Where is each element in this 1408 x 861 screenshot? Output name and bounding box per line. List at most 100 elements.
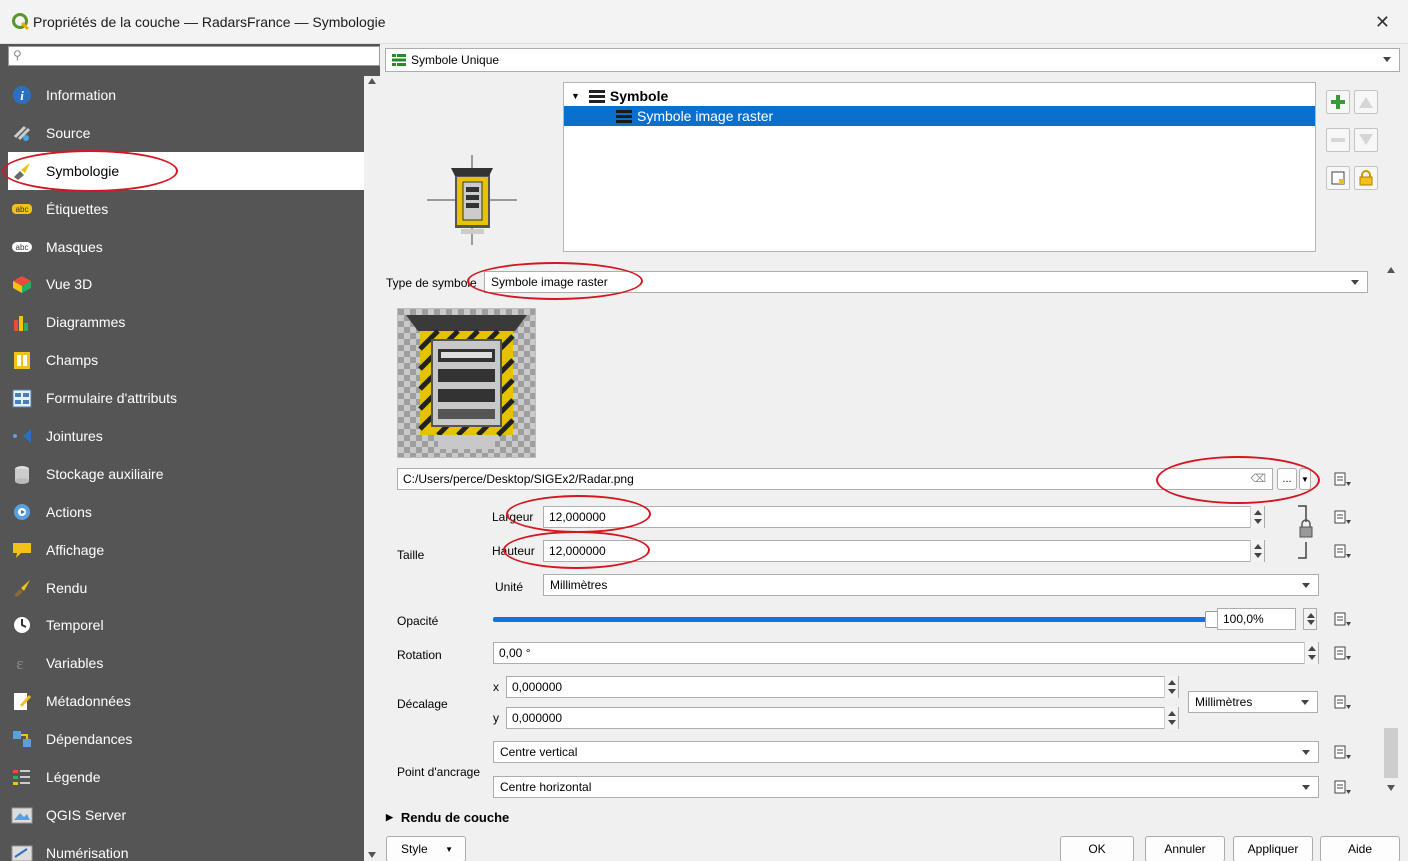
anchor-horizontal-select[interactable]: Centre horizontal [493, 776, 1319, 798]
add-layer-button[interactable] [1326, 90, 1350, 114]
data-defined-override-width[interactable] [1332, 506, 1354, 528]
sidebar-item-variables[interactable]: ε Variables [8, 644, 364, 682]
symbol-type-select[interactable]: Symbole image raster [484, 271, 1368, 293]
data-defined-override-anchor-h[interactable] [1332, 776, 1354, 798]
data-defined-override-offset[interactable] [1332, 691, 1354, 713]
opacity-spinner[interactable] [1303, 608, 1317, 630]
scroll-up-icon[interactable] [1387, 267, 1395, 273]
sidebar-item-source[interactable]: Source [8, 114, 364, 152]
chevron-down-icon: ▼ [1301, 474, 1309, 484]
height-spinner[interactable] [1250, 540, 1264, 562]
sidebar-item-symbology[interactable]: Symbologie [8, 151, 364, 190]
aspect-ratio-lock[interactable] [1296, 502, 1320, 562]
rotation-spinner[interactable] [1304, 642, 1318, 664]
actions-icon [14, 503, 30, 520]
opacity-field[interactable]: 100,0% [1217, 608, 1296, 630]
browse-menu-button[interactable]: ▼ [1299, 468, 1311, 490]
width-spinner[interactable] [1250, 506, 1264, 528]
fields-icon [14, 352, 30, 370]
chevron-down-icon [1302, 750, 1310, 755]
height-field[interactable]: 12,000000 [543, 540, 1265, 562]
renderer-select[interactable]: Symbole Unique [385, 48, 1400, 72]
apply-button[interactable]: Appliquer [1233, 836, 1313, 861]
duplicate-layer-button[interactable] [1326, 166, 1350, 190]
sidebar-item-label: Source [46, 124, 91, 141]
sidebar-item-fields[interactable]: Champs [8, 341, 364, 379]
sidebar-item-attributes-form[interactable]: Formulaire d'attributs [8, 379, 364, 417]
layer-rendering-toggle[interactable]: ▶ Rendu de couche [386, 810, 509, 825]
scroll-up-icon[interactable] [368, 78, 376, 84]
scroll-down-icon[interactable] [368, 852, 376, 858]
offset-y-field[interactable]: 0,000000 [506, 707, 1179, 729]
sidebar-item-labels[interactable]: abc Étiquettes [8, 190, 364, 228]
tree-row-raster-symbol[interactable]: Symbole image raster [564, 106, 1315, 126]
sidebar-item-legend[interactable]: Légende [8, 758, 364, 796]
data-defined-override-opacity[interactable] [1332, 608, 1354, 630]
chevron-down-icon [1302, 785, 1310, 790]
sidebar-item-metadata[interactable]: Métadonnées [8, 682, 364, 720]
data-defined-icon [1334, 544, 1351, 558]
lock-layer-button[interactable] [1354, 166, 1378, 190]
remove-layer-button[interactable] [1326, 128, 1350, 152]
sidebar-item-diagrams[interactable]: Diagrammes [8, 303, 364, 341]
sidebar-item-label: QGIS Server [46, 806, 127, 823]
offset-unit-select[interactable]: Millimètres [1188, 691, 1318, 713]
move-up-button[interactable] [1354, 90, 1378, 114]
rotation-field[interactable]: 0,00 ° [493, 642, 1319, 664]
sidebar-item-digitizing[interactable]: Numérisation [8, 834, 364, 861]
expand-arrow-icon[interactable]: ▼ [571, 91, 580, 101]
data-defined-override-rotation[interactable] [1332, 642, 1354, 664]
offset-y-spinner[interactable] [1164, 707, 1178, 729]
svg-text:abc: abc [16, 205, 29, 214]
arrow-down-icon [1359, 134, 1373, 145]
data-defined-override-anchor-v[interactable] [1332, 741, 1354, 763]
scrollbar-thumb[interactable] [1384, 728, 1398, 778]
opacity-slider[interactable] [493, 611, 1219, 628]
sidebar-item-masks[interactable]: abc Masques [8, 228, 364, 266]
sidebar-item-auxiliary-storage[interactable]: Stockage auxiliaire [8, 455, 364, 493]
sidebar-item-rendering[interactable]: Rendu [8, 569, 364, 607]
ok-button[interactable]: OK [1060, 836, 1134, 861]
data-defined-override-height[interactable] [1332, 540, 1354, 562]
move-down-button[interactable] [1354, 128, 1378, 152]
sidebar-item-qgis-server[interactable]: QGIS Server [8, 796, 364, 834]
offset-x-spinner[interactable] [1164, 676, 1178, 698]
unit-select[interactable]: Millimètres [543, 574, 1319, 596]
sidebar-item-3d-view[interactable]: Vue 3D [8, 265, 364, 303]
sidebar-item-dependencies[interactable]: Dépendances [8, 720, 364, 758]
sidebar-item-label: Temporel [46, 617, 104, 634]
sidebar-item-label: Champs [46, 352, 99, 369]
sidebar-scrollbar[interactable] [364, 76, 380, 861]
chevron-down-icon: ▼ [445, 844, 453, 854]
data-defined-override-path[interactable] [1332, 468, 1354, 490]
image-path-field[interactable]: C:/Users/perce/Desktop/SIGEx2/Radar.png … [397, 468, 1273, 490]
tree-row-symbol[interactable]: ▼ Symbole [564, 86, 1315, 106]
help-button[interactable]: Aide [1320, 836, 1400, 861]
sidebar-search-input[interactable]: ⚲ [8, 46, 380, 66]
style-button[interactable]: Style ▼ [386, 836, 466, 861]
single-symbol-icon [392, 54, 406, 66]
sidebar-item-joins[interactable]: Jointures [8, 417, 364, 455]
scroll-down-icon[interactable] [1387, 785, 1395, 791]
close-icon[interactable]: ✕ [1375, 12, 1390, 33]
sidebar-item-temporal[interactable]: Temporel [8, 606, 364, 644]
anchor-vertical-select[interactable]: Centre vertical [493, 741, 1319, 763]
sidebar-item-actions[interactable]: Actions [8, 493, 364, 531]
3d-view-icon [13, 276, 31, 294]
symbol-tree[interactable]: ▼ Symbole Symbole image raster [563, 82, 1316, 252]
sidebar-item-display[interactable]: Affichage [8, 531, 364, 569]
sidebar-item-label: Masques [46, 238, 103, 255]
info-icon: i [13, 86, 31, 104]
sidebar-item-info[interactable]: i Information [8, 76, 364, 114]
tree-raster-label: Symbole image raster [637, 108, 774, 124]
variables-icon: ε [16, 654, 23, 673]
properties-scrollbar[interactable] [1382, 262, 1400, 796]
offset-x-value: 0,000000 [512, 680, 563, 694]
style-button-label: Style [401, 842, 428, 856]
raster-image-preview[interactable] [397, 308, 536, 458]
width-field[interactable]: 12,000000 [543, 506, 1265, 528]
cancel-button[interactable]: Annuler [1145, 836, 1225, 861]
browse-button[interactable]: ... [1277, 468, 1297, 490]
clear-icon[interactable]: ⌫ [1250, 472, 1266, 485]
offset-x-field[interactable]: 0,000000 [506, 676, 1179, 698]
